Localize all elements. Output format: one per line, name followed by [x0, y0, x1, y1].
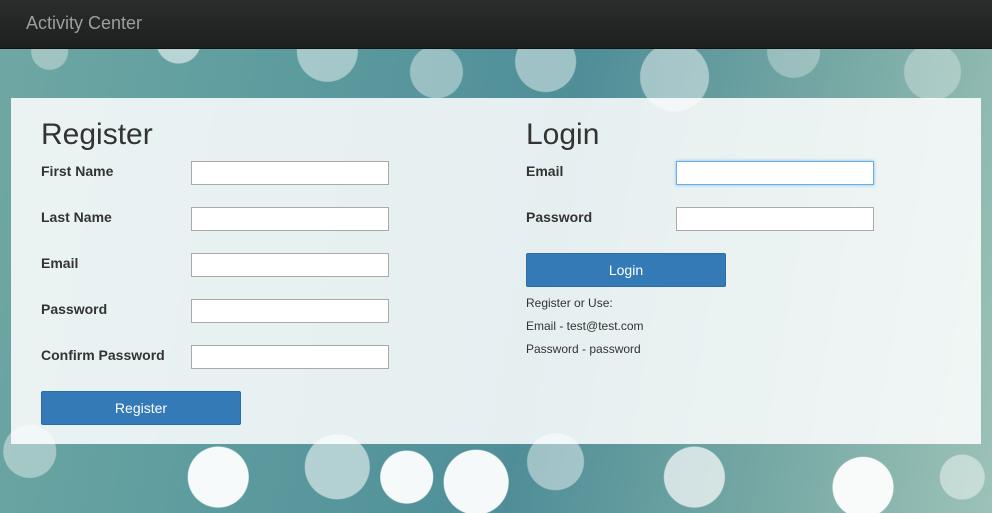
login-email-row: Email [526, 161, 886, 187]
login-hint-password: Password - password [526, 342, 641, 356]
first-name-label: First Name [41, 163, 114, 179]
top-navbar: Activity Center [0, 0, 992, 49]
login-password-row: Password [526, 207, 886, 233]
auth-panel: Register First Name Last Name Email Pass… [11, 98, 981, 444]
confirm-password-input[interactable] [191, 345, 389, 369]
last-name-label: Last Name [41, 209, 112, 225]
login-password-label: Password [526, 209, 593, 225]
first-name-input[interactable] [191, 161, 389, 185]
register-first-name-row: First Name [41, 161, 401, 187]
login-title: Login [526, 118, 600, 151]
login-password-input[interactable] [676, 207, 874, 231]
register-title: Register [41, 118, 153, 151]
login-button[interactable]: Login [526, 253, 726, 287]
register-password-label: Password [41, 301, 108, 317]
confirm-password-label: Confirm Password [41, 347, 165, 363]
register-password-input[interactable] [191, 299, 389, 323]
navbar-brand-link[interactable]: Activity Center [26, 13, 142, 34]
login-hint-intro: Register or Use: [526, 296, 613, 310]
login-email-input[interactable] [676, 161, 874, 185]
last-name-input[interactable] [191, 207, 389, 231]
register-password-row: Password [41, 299, 401, 325]
register-email-input[interactable] [191, 253, 389, 277]
register-last-name-row: Last Name [41, 207, 401, 233]
register-email-label: Email [41, 255, 79, 271]
login-hint-email: Email - test@test.com [526, 319, 644, 333]
register-email-row: Email [41, 253, 401, 279]
confirm-password-row: Confirm Password [41, 345, 401, 371]
register-button[interactable]: Register [41, 391, 241, 425]
login-email-label: Email [526, 163, 564, 179]
